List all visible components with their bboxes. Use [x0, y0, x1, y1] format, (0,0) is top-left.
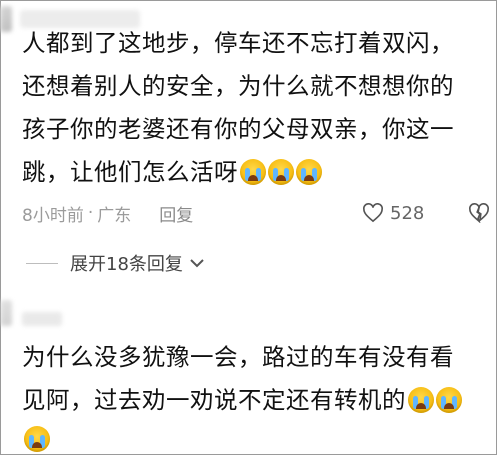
comment-1-meta: 8小时前 · 广东 回复 [22, 198, 193, 228]
comment-1-line-4-text: 跳，让他们怎么活呀 [22, 158, 238, 186]
divider-line [26, 262, 58, 264]
comment-2-line-2: 见阿，过去劝一劝说不定还有转机的 [22, 379, 485, 422]
crying-face-icon [408, 387, 434, 413]
comment-2-line-2-text: 见阿，过去劝一劝说不定还有转机的 [22, 386, 406, 414]
crying-face-icon [436, 387, 462, 413]
comment-1-line-2: 还想着别人的安全，为什么就不想想你的 [22, 72, 454, 100]
comment-2-line-3 [22, 422, 485, 456]
comment-time: 8小时前 [22, 205, 84, 226]
comment-1-text: 人都到了这地步，停车还不忘打着双闪， 还想着别人的安全，为什么就不想想你的 孩子… [22, 22, 485, 194]
crying-face-icon [24, 426, 50, 452]
username-blurred[interactable] [22, 312, 62, 326]
comment-location: 广东 [97, 205, 132, 226]
comment-2-line-1: 为什么没多犹豫一会，路过的车有没有看 [22, 343, 454, 371]
broken-heart-icon[interactable] [468, 203, 490, 223]
avatar[interactable] [0, 300, 12, 326]
reply-button[interactable]: 回复 [159, 201, 193, 226]
like-count: 528 [390, 202, 425, 224]
heart-icon [363, 203, 383, 223]
avatar[interactable] [0, 6, 12, 32]
expand-replies-label: 展开18条回复 [70, 254, 183, 275]
comment-1-line-4: 跳，让他们怎么活呀 [22, 151, 485, 194]
like-button[interactable]: 528 [362, 198, 424, 228]
comment-1-line-1: 人都到了这地步，停车还不忘打着双闪， [22, 29, 454, 57]
comment-2-text: 为什么没多犹豫一会，路过的车有没有看 见阿，过去劝一劝说不定还有转机的 [22, 336, 485, 456]
meta-separator: · [87, 203, 94, 223]
chevron-down-icon [190, 259, 204, 268]
comment-1-line-3: 孩子你的老婆还有你的父母双亲，你这一 [22, 115, 454, 143]
expand-replies-button[interactable]: 展开18条回复 [26, 248, 205, 278]
crying-face-icon [268, 159, 294, 185]
crying-face-icon [296, 159, 322, 185]
crying-face-icon [240, 159, 266, 185]
